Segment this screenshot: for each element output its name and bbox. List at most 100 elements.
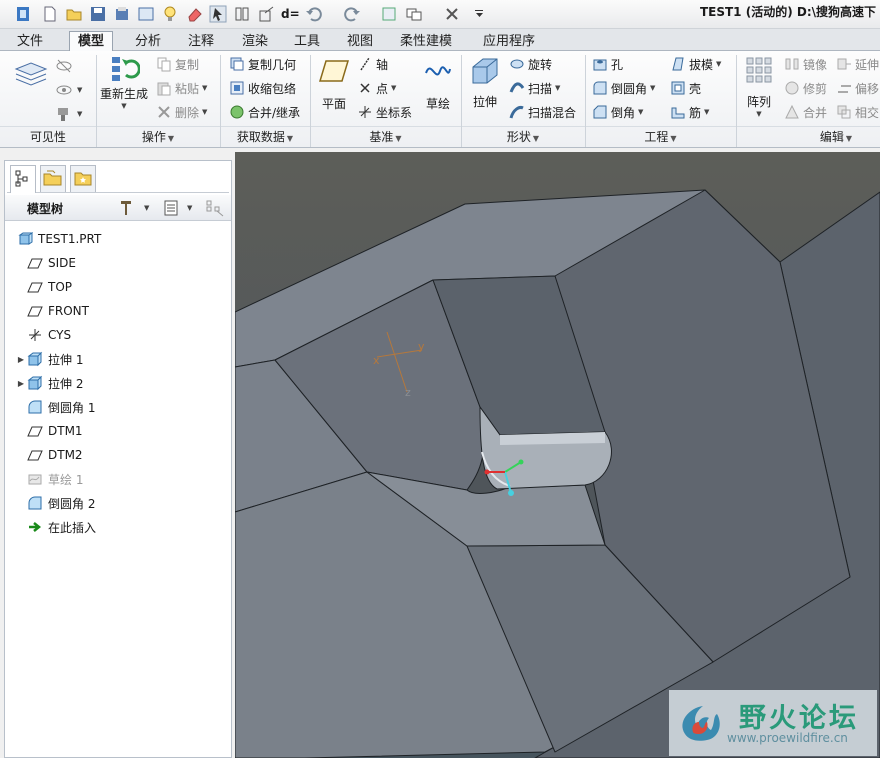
tree-item[interactable]: TOP xyxy=(5,276,231,298)
part-model[interactable]: x y z xyxy=(235,152,880,758)
regenerate-button[interactable]: 重新生成 ▼ xyxy=(100,53,148,110)
regenerate-small-icon[interactable] xyxy=(380,5,398,23)
copy-button[interactable]: 复制 xyxy=(156,54,199,74)
round-button[interactable]: 倒圆角 ▼ xyxy=(592,78,655,98)
copy-geometry-button[interactable]: 复制几何 xyxy=(229,54,296,74)
open-folder-icon[interactable] xyxy=(65,5,83,23)
layers-icon[interactable] xyxy=(14,59,48,89)
intersect-button[interactable]: 相交 xyxy=(836,102,879,122)
tree-item[interactable]: SIDE xyxy=(5,252,231,274)
datum-point-button[interactable]: 点 ▼ xyxy=(357,78,396,98)
tab-view[interactable]: 视图 xyxy=(338,31,382,51)
app-logo-icon[interactable] xyxy=(14,5,32,23)
trim-button[interactable]: 修剪 xyxy=(784,78,827,98)
show-list-icon[interactable] xyxy=(161,198,181,218)
extrude-button[interactable]: 拉伸 xyxy=(467,55,503,110)
save-icon[interactable] xyxy=(89,5,107,23)
regenerate-dropdown-arrow[interactable]: ▼ xyxy=(121,102,126,110)
paste-dropdown-arrow[interactable]: ▼ xyxy=(202,84,207,92)
tab-render[interactable]: 渲染 xyxy=(233,31,277,51)
offset-button[interactable]: 偏移 xyxy=(836,78,879,98)
chamfer-dropdown-arrow[interactable]: ▼ xyxy=(638,108,643,116)
tree-item[interactable]: ▶ 拉伸 1 xyxy=(5,348,231,370)
status-icon[interactable] xyxy=(55,105,73,123)
paste-button[interactable]: 粘贴 ▼ xyxy=(156,78,207,98)
tab-model[interactable]: 模型 xyxy=(69,31,114,52)
redo-icon[interactable] xyxy=(343,5,361,23)
close-window-icon[interactable] xyxy=(443,5,461,23)
draft-dropdown-arrow[interactable]: ▼ xyxy=(716,60,721,68)
merge-button[interactable]: 合并 xyxy=(784,102,827,122)
datum-csys-button[interactable]: 坐标系 xyxy=(357,102,412,122)
merge-inherit-button[interactable]: 合并/继承 xyxy=(229,102,300,122)
tree-item[interactable]: DTM1 xyxy=(5,420,231,442)
group-editing-label[interactable]: 编辑 ▼ xyxy=(736,128,880,146)
datum-axis-button[interactable]: 轴 xyxy=(357,54,388,74)
sweep-dropdown-arrow[interactable]: ▼ xyxy=(555,84,560,92)
tab-flexible-modeling[interactable]: 柔性建模 xyxy=(391,31,461,51)
group-engineering-label[interactable]: 工程 ▼ xyxy=(585,128,736,146)
tab-model-tree[interactable] xyxy=(10,165,36,193)
shrinkwrap-button[interactable]: 收缩包络 xyxy=(229,78,296,98)
graphics-viewport[interactable]: x y z xyxy=(235,152,880,758)
show-dropdown-arrow[interactable]: ▼ xyxy=(187,204,192,212)
round-dropdown-arrow[interactable]: ▼ xyxy=(650,84,655,92)
select-arrow-icon[interactable] xyxy=(209,5,227,23)
tree-item[interactable]: FRONT xyxy=(5,300,231,322)
delete-dropdown-arrow[interactable]: ▼ xyxy=(202,108,207,116)
tree-item[interactable]: 在此插入 xyxy=(5,516,231,538)
pattern-dropdown-arrow[interactable]: ▼ xyxy=(756,110,761,118)
swept-blend-button[interactable]: 扫描混合 xyxy=(509,102,576,122)
datum-display-icon[interactable] xyxy=(257,5,275,23)
relations-icon[interactable]: d= xyxy=(281,5,300,23)
eraser-icon[interactable] xyxy=(186,5,204,23)
layers-icon[interactable] xyxy=(233,5,251,23)
settings-tools-icon[interactable] xyxy=(117,198,137,218)
status-dropdown-arrow[interactable]: ▼ xyxy=(77,110,82,118)
tree-item[interactable]: ▶ 拉伸 2 xyxy=(5,372,231,394)
tree-item[interactable]: CYS xyxy=(5,324,231,346)
tree-item[interactable]: DTM2 xyxy=(5,444,231,466)
window-icon[interactable] xyxy=(137,5,155,23)
rib-dropdown-arrow[interactable]: ▼ xyxy=(704,108,709,116)
group-shapes-label[interactable]: 形状 ▼ xyxy=(461,128,585,146)
tab-favorites[interactable] xyxy=(70,165,96,192)
tab-tools[interactable]: 工具 xyxy=(285,31,329,51)
extend-button[interactable]: 延伸 xyxy=(836,54,879,74)
draft-button[interactable]: 拔模 ▼ xyxy=(670,54,721,74)
shell-button[interactable]: 壳 xyxy=(670,78,701,98)
tab-analysis[interactable]: 分析 xyxy=(126,31,170,51)
rib-button[interactable]: 筋 ▼ xyxy=(670,102,709,122)
datum-plane-button[interactable]: 平面 xyxy=(316,57,352,112)
pattern-button[interactable]: 阵列 ▼ xyxy=(741,55,777,118)
tree-item[interactable]: 倒圆角 2 xyxy=(5,492,231,514)
group-datum-label[interactable]: 基准 ▼ xyxy=(310,128,461,146)
hide-icon[interactable] xyxy=(55,57,73,75)
group-get-data-label[interactable]: 获取数据 ▼ xyxy=(220,128,310,146)
chamfer-button[interactable]: 倒角 ▼ xyxy=(592,102,643,122)
mirror-button[interactable]: 镜像 xyxy=(784,54,827,74)
new-file-icon[interactable] xyxy=(41,5,59,23)
revolve-button[interactable]: 旋转 xyxy=(509,54,552,74)
delete-button[interactable]: 删除 ▼ xyxy=(156,102,207,122)
customize-toolbar-icon[interactable] xyxy=(470,5,488,23)
undo-icon[interactable] xyxy=(305,5,323,23)
windows-icon[interactable] xyxy=(405,5,423,23)
save-copy-icon[interactable] xyxy=(113,5,131,23)
settings-dropdown-arrow[interactable]: ▼ xyxy=(144,204,149,212)
sweep-button[interactable]: 扫描 ▼ xyxy=(509,78,560,98)
expand-arrow-icon[interactable]: ▶ xyxy=(15,355,27,364)
hole-button[interactable]: 孔 xyxy=(592,54,623,74)
tab-annotate[interactable]: 注释 xyxy=(179,31,223,51)
tab-folder-browser[interactable] xyxy=(40,165,66,192)
sketch-button[interactable]: 草绘 xyxy=(421,57,455,112)
filter-icon[interactable] xyxy=(204,198,226,218)
show-icon[interactable] xyxy=(55,81,73,99)
tab-applications[interactable]: 应用程序 xyxy=(474,31,544,51)
tree-item[interactable]: 倒圆角 1 xyxy=(5,396,231,418)
expand-arrow-icon[interactable]: ▶ xyxy=(15,379,27,388)
group-operations-label[interactable]: 操作 ▼ xyxy=(96,128,220,146)
datum-point-dropdown-arrow[interactable]: ▼ xyxy=(391,84,396,92)
lightbulb-icon[interactable] xyxy=(161,5,179,23)
tree-item[interactable]: TEST1.PRT xyxy=(5,228,231,250)
